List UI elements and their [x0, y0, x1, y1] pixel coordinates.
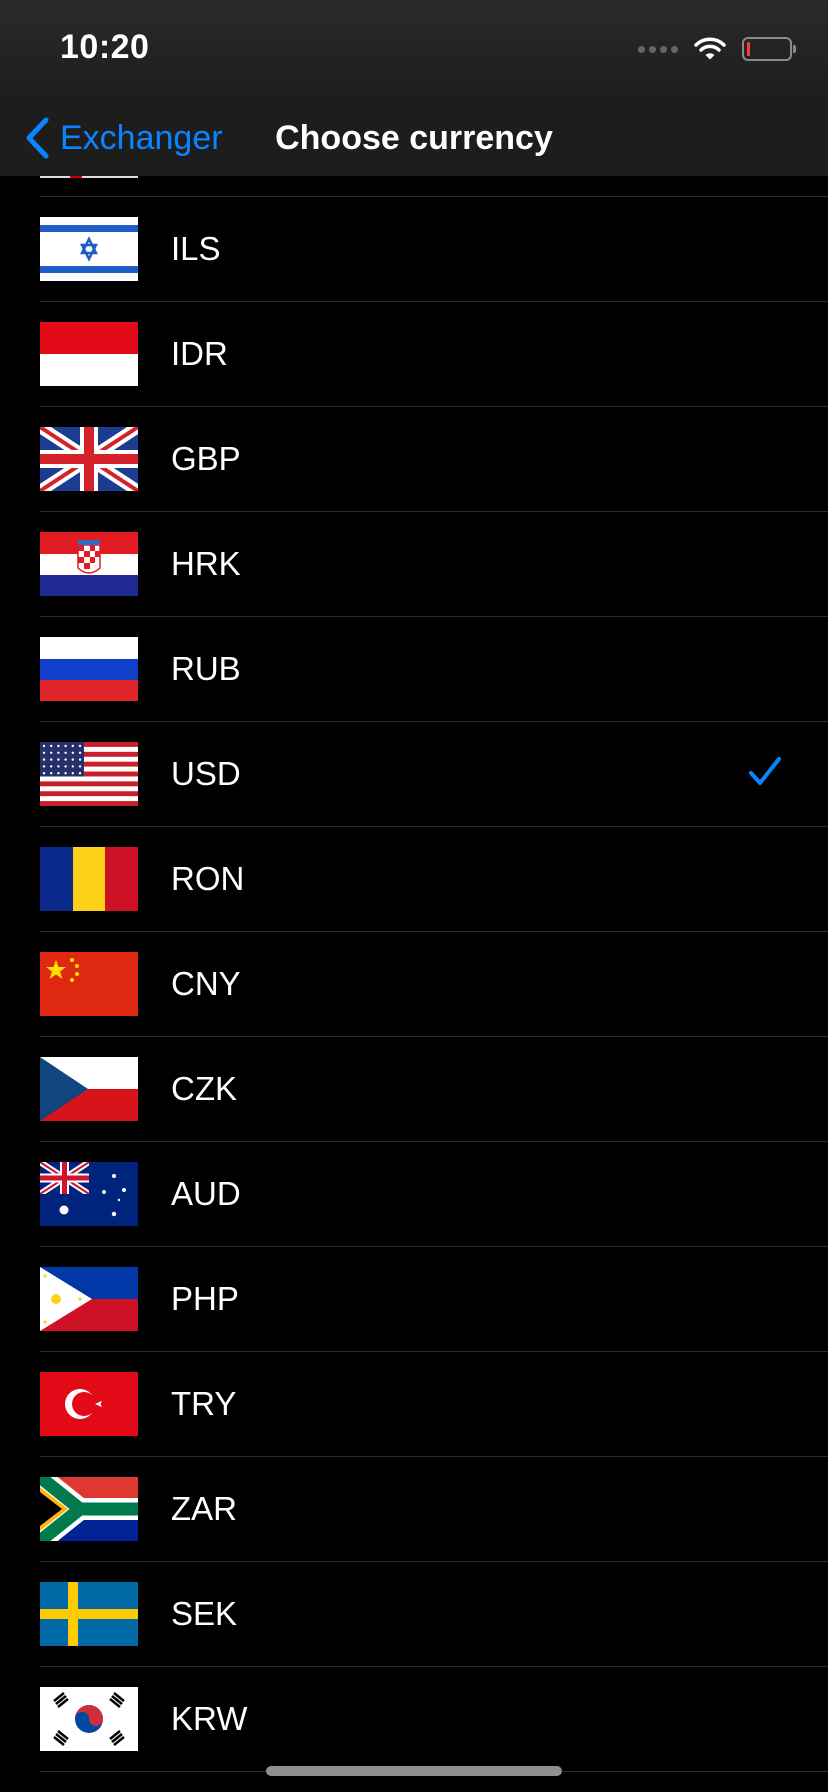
south-korea-flag-icon — [40, 1687, 138, 1751]
currency-row-php[interactable]: PHP — [0, 1246, 828, 1351]
partially-visible-flag — [40, 176, 138, 178]
row-separator — [40, 931, 828, 932]
croatia-flag-icon — [40, 532, 138, 596]
uk-flag-icon — [40, 427, 138, 491]
row-separator — [40, 1456, 828, 1457]
sweden-flag-icon — [40, 1582, 138, 1646]
checkmark-icon — [748, 755, 782, 794]
currency-code: RUB — [171, 650, 241, 687]
page-title: Choose currency — [275, 119, 553, 157]
currency-code: AUD — [171, 1175, 241, 1212]
row-separator — [40, 1666, 828, 1667]
israel-flag-icon — [40, 217, 138, 281]
australia-flag-icon — [40, 1162, 138, 1226]
row-separator — [40, 406, 828, 407]
currency-row-ron[interactable]: RON — [0, 826, 828, 931]
currency-row-sek[interactable]: SEK — [0, 1561, 828, 1666]
czech-flag-icon — [40, 1057, 138, 1121]
south-africa-flag-icon — [40, 1477, 138, 1541]
status-bar: 10:20 — [0, 0, 828, 100]
turkey-flag-icon — [40, 1372, 138, 1436]
row-separator — [40, 1561, 828, 1562]
indonesia-flag-icon — [40, 322, 138, 386]
currency-code: ILS — [171, 230, 221, 267]
row-separator — [40, 196, 828, 197]
currency-row-try[interactable]: TRY — [0, 1351, 828, 1456]
philippines-flag-icon — [40, 1267, 138, 1331]
currency-code: TRY — [171, 1385, 237, 1422]
currency-row-hrk[interactable]: HRK — [0, 511, 828, 616]
currency-row-idr[interactable]: IDR — [0, 301, 828, 406]
currency-row-rub[interactable]: RUB — [0, 616, 828, 721]
navigation-bar: Exchanger Choose currency — [0, 100, 828, 176]
currency-row-usd[interactable]: USD — [0, 721, 828, 826]
status-time: 10:20 — [60, 28, 150, 66]
romania-flag-icon — [40, 847, 138, 911]
currency-code: HRK — [171, 545, 241, 582]
currency-code: IDR — [171, 335, 228, 372]
currency-code: ZAR — [171, 1490, 237, 1527]
usa-flag-icon — [40, 742, 138, 806]
row-separator — [40, 301, 828, 302]
home-indicator[interactable] — [266, 1766, 562, 1776]
currency-code: RON — [171, 860, 245, 897]
currency-row-aud[interactable]: AUD — [0, 1141, 828, 1246]
row-separator — [40, 721, 828, 722]
status-icons — [638, 34, 796, 64]
row-separator — [40, 1246, 828, 1247]
cellular-signal-icon — [638, 45, 678, 53]
currency-code: USD — [171, 755, 241, 792]
currency-row-krw[interactable]: KRW — [0, 1666, 828, 1771]
currency-code: KRW — [171, 1700, 248, 1737]
currency-row-zar[interactable]: ZAR — [0, 1456, 828, 1561]
wifi-icon — [694, 37, 726, 60]
currency-row-cny[interactable]: CNY — [0, 931, 828, 1036]
currency-row-gbp[interactable]: GBP — [0, 406, 828, 511]
battery-icon — [742, 37, 796, 61]
currency-code: CZK — [171, 1070, 237, 1107]
currency-row-ils[interactable]: ILS — [0, 196, 828, 301]
currency-row-czk[interactable]: CZK — [0, 1036, 828, 1141]
row-separator — [40, 1036, 828, 1037]
russia-flag-icon — [40, 637, 138, 701]
currency-code: SEK — [171, 1595, 238, 1632]
row-separator — [40, 616, 828, 617]
row-separator — [40, 1141, 828, 1142]
china-flag-icon — [40, 952, 138, 1016]
currency-code: CNY — [171, 965, 241, 1002]
currency-code: GBP — [171, 440, 241, 477]
row-separator — [40, 511, 828, 512]
currency-code: PHP — [171, 1280, 239, 1317]
row-separator — [40, 826, 828, 827]
row-separator — [40, 1351, 828, 1352]
